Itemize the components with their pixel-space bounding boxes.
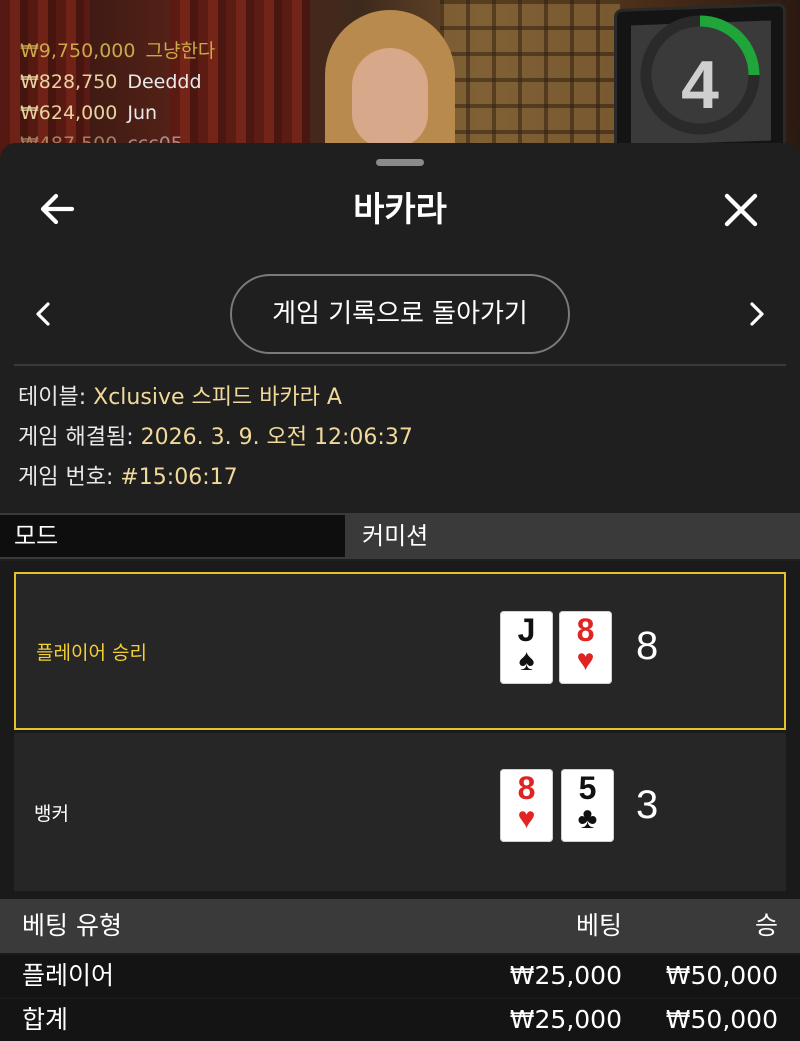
total-label: 합계 [22, 1005, 69, 1034]
next-game-button[interactable] [740, 296, 772, 332]
game-info: 테이블: Xclusive 스피드 바카라 A 게임 해결됨: 2026. 3.… [18, 378, 413, 498]
player-score: 8 [636, 624, 659, 668]
winner-name: Deeddd [127, 71, 202, 93]
table-row-total: 합계 ₩25,000 ₩50,000 [0, 999, 800, 1041]
page-title: 바카라 [353, 190, 447, 230]
bets-table: 베팅 유형 베팅 승 플레이어 ₩25,000 ₩50,000 합계 ₩25,0… [0, 899, 800, 1041]
card-rank: 5 [578, 770, 597, 806]
banker-result-label: 뱅커 [34, 802, 69, 825]
playing-card: J ♠ [500, 611, 553, 684]
winners-list: ₩9,750,000 그냥한다 ₩828,750 Deeddd ₩624,000… [20, 36, 215, 160]
mode-row: 모드 커미션 [0, 513, 800, 559]
card-rank: 8 [576, 612, 595, 648]
heart-icon: ♥ [517, 802, 536, 835]
card-rank: 8 [517, 770, 536, 806]
close-icon [724, 193, 758, 227]
mode-label: 모드 [0, 515, 345, 557]
resolved-label: 게임 해결됨: [18, 425, 141, 450]
chevron-left-icon [36, 302, 50, 326]
history-navigation: 게임 기록으로 돌아가기 [0, 274, 800, 354]
win-amount-header: 승 [754, 911, 778, 940]
table-value: Xclusive 스피드 바카라 A [93, 385, 342, 410]
playing-card: 8 ♥ [500, 769, 553, 842]
playing-card: 8 ♥ [559, 611, 612, 684]
countdown-timer: 4 [637, 12, 767, 142]
timer-value: 4 [681, 47, 719, 123]
bet-amount: ₩25,000 [509, 961, 622, 990]
bet-type-header: 베팅 유형 [22, 911, 122, 940]
bet-amount-header: 베팅 [575, 911, 622, 940]
chevron-right-icon [750, 302, 764, 326]
winner-row: ₩624,000 Jun [20, 98, 215, 129]
table-row: 플레이어 ₩25,000 ₩50,000 [0, 955, 800, 997]
winner-row: ₩828,750 Deeddd [20, 67, 215, 98]
table-info-row: 테이블: Xclusive 스피드 바카라 A [18, 378, 413, 418]
winner-row: ₩9,750,000 그냥한다 [20, 36, 215, 67]
sheet-drag-handle[interactable] [376, 159, 424, 166]
win-amount: ₩50,000 [665, 961, 778, 990]
dealer-face [352, 48, 428, 148]
winner-amount: ₩9,750,000 [20, 40, 136, 62]
resolved-info-row: 게임 해결됨: 2026. 3. 9. 오전 12:06:37 [18, 418, 413, 458]
game-number-row: 게임 번호: #15:06:17 [18, 458, 413, 498]
divider [14, 364, 786, 366]
banker-hand: 뱅커 8 ♥ 5 ♣ 3 [14, 733, 786, 891]
bets-table-header: 베팅 유형 베팅 승 [0, 899, 800, 953]
club-icon: ♣ [577, 802, 598, 835]
heart-icon: ♥ [576, 644, 595, 677]
close-button[interactable] [718, 187, 764, 233]
total-bet-amount: ₩25,000 [509, 1005, 622, 1034]
resolved-value: 2026. 3. 9. 오전 12:06:37 [140, 425, 413, 450]
back-to-history-button[interactable]: 게임 기록으로 돌아가기 [230, 274, 570, 354]
lattice-wall [440, 0, 620, 160]
player-result-label: 플레이어 승리 [36, 641, 147, 664]
bet-type: 플레이어 [22, 961, 115, 990]
card-rank: J [517, 612, 536, 648]
mode-value: 커미션 [348, 515, 800, 557]
game-result: 플레이어 승리 J ♠ 8 ♥ 8 뱅커 8 ♥ 5 ♣ 3 [0, 561, 800, 899]
winner-name: 그냥한다 [145, 40, 216, 62]
previous-game-button[interactable] [28, 296, 60, 332]
player-hand: 플레이어 승리 J ♠ 8 ♥ 8 [14, 572, 786, 730]
winner-amount: ₩624,000 [20, 102, 118, 124]
sheet-header: 바카라 [0, 173, 800, 245]
game-history-sheet: 바카라 게임 기록으로 돌아가기 테이블: Xclusive 스피드 바카라 A… [0, 143, 800, 1041]
live-video-background: 4 ₩9,750,000 그냥한다 ₩828,750 Deeddd ₩624,0… [0, 0, 800, 160]
game-number-label: 게임 번호: [18, 465, 121, 490]
table-label: 테이블: [18, 385, 94, 410]
game-number-value: #15:06:17 [120, 465, 238, 490]
playing-card: 5 ♣ [561, 769, 614, 842]
spade-icon: ♠ [518, 644, 535, 677]
total-win-amount: ₩50,000 [665, 1005, 778, 1034]
winner-amount: ₩828,750 [20, 71, 118, 93]
winner-name: Jun [127, 102, 158, 124]
banker-score: 3 [636, 783, 659, 827]
